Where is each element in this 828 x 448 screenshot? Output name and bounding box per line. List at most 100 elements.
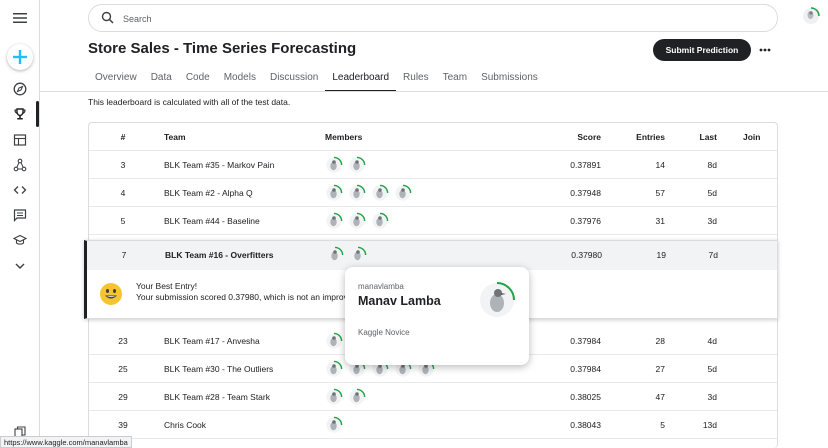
tab-team[interactable]: Team [436, 64, 474, 92]
member-avatar-icon[interactable] [348, 184, 366, 202]
last-cell: 7d [708, 250, 718, 260]
hovercard-display-name[interactable]: Manav Lamba [358, 294, 441, 308]
team-name[interactable]: BLK Team #30 - The Outliers [164, 364, 273, 374]
members-cell [326, 246, 372, 264]
table-row[interactable]: 39 Chris Cook 0.38043 5 13d [89, 411, 777, 439]
entries-cell: 28 [655, 336, 665, 346]
team-name[interactable]: BLK Team #16 - Overfitters [165, 250, 274, 260]
tab-data[interactable]: Data [144, 64, 179, 92]
chevron-down-icon[interactable] [8, 254, 32, 278]
team-name[interactable]: BLK Team #17 - Anvesha [164, 336, 260, 346]
page-title: Store Sales - Time Series Forecasting [88, 40, 357, 57]
team-name[interactable]: BLK Team #28 - Team Stark [164, 392, 270, 402]
hovercard-avatar[interactable] [478, 281, 516, 319]
member-avatar-icon[interactable] [348, 212, 366, 230]
rank-cell: 23 [118, 336, 128, 346]
entries-cell: 31 [655, 216, 665, 226]
rank-cell: 29 [118, 392, 128, 402]
member-avatar-icon[interactable] [325, 156, 343, 174]
more-options-icon[interactable] [756, 40, 774, 60]
score-cell: 0.37891 [570, 160, 601, 170]
hovercard-tier: Kaggle Novice [358, 328, 410, 337]
learn-icon[interactable] [8, 228, 32, 252]
last-cell: 8d [707, 160, 717, 170]
tab-overview[interactable]: Overview [88, 64, 144, 92]
user-avatar[interactable] [802, 7, 820, 25]
member-avatar-icon[interactable] [371, 184, 389, 202]
members-cell [325, 388, 371, 406]
rank-cell: 25 [118, 364, 128, 374]
team-name[interactable]: Chris Cook [164, 420, 206, 430]
score-cell: 0.37976 [570, 216, 601, 226]
header-entries[interactable]: Entries [619, 132, 665, 142]
hovercard-username[interactable]: manavlamba [358, 282, 404, 291]
rank-cell: 5 [120, 216, 126, 226]
table-row[interactable]: 29 BLK Team #28 - Team Stark 0.38025 47 3d [89, 383, 777, 411]
member-avatar-icon[interactable] [325, 184, 343, 202]
last-cell: 5d [707, 188, 717, 198]
member-avatar-icon[interactable] [325, 212, 343, 230]
user-hovercard: manavlamba Manav Lamba Kaggle Novice [345, 267, 529, 365]
submit-prediction-button[interactable]: Submit Prediction [653, 39, 751, 61]
create-icon[interactable] [7, 44, 33, 70]
rank-cell: 7 [121, 250, 127, 260]
menu-icon[interactable] [8, 6, 32, 30]
table-header: # Team Members Score Entries Last Join [89, 123, 777, 151]
last-cell: 4d [707, 336, 717, 346]
team-name[interactable]: BLK Team #35 - Markov Pain [164, 160, 274, 170]
search-input[interactable] [123, 10, 723, 27]
header-team: Team [164, 132, 186, 142]
tab-bar: Overview Data Code Models Discussion Lea… [88, 64, 545, 92]
member-avatar-icon[interactable] [348, 388, 366, 406]
best-entry-title: Your Best Entry! [136, 281, 198, 291]
trophy-icon[interactable] [8, 102, 32, 126]
team-name[interactable]: BLK Team #44 - Baseline [164, 216, 260, 226]
tab-discussion[interactable]: Discussion [263, 64, 325, 92]
entries-cell: 57 [655, 188, 665, 198]
tab-submissions[interactable]: Submissions [474, 64, 545, 92]
member-avatar-icon[interactable] [371, 212, 389, 230]
table-row-my-team[interactable]: 7 BLK Team #16 - Overfitters 0.37980 19 … [87, 241, 777, 270]
tab-models[interactable]: Models [217, 64, 263, 92]
member-avatar-icon[interactable] [325, 332, 343, 350]
header-score[interactable]: Score [529, 132, 601, 142]
tab-code[interactable]: Code [179, 64, 217, 92]
tab-rules[interactable]: Rules [396, 64, 436, 92]
table-row[interactable]: 4 BLK Team #2 - Alpha Q 0.37948 57 5d [89, 179, 777, 207]
member-avatar-icon[interactable] [325, 388, 343, 406]
score-cell: 0.37984 [570, 364, 601, 374]
entries-cell: 5 [660, 420, 665, 430]
table-row[interactable]: 3 BLK Team #35 - Markov Pain 0.37891 14 8d [89, 151, 777, 179]
compass-icon[interactable] [8, 77, 32, 101]
header-members: Members [325, 132, 363, 142]
header-rank: # [120, 132, 126, 142]
member-avatar-icon[interactable] [348, 156, 366, 174]
entries-cell: 47 [655, 392, 665, 402]
member-avatar-icon[interactable] [394, 184, 412, 202]
header-last[interactable]: Last [679, 132, 717, 142]
last-cell: 3d [707, 216, 717, 226]
score-cell: 0.37948 [570, 188, 601, 198]
code-icon[interactable] [8, 178, 32, 202]
tab-leaderboard[interactable]: Leaderboard [325, 64, 396, 92]
member-avatar-icon[interactable] [325, 416, 343, 434]
score-cell: 0.38025 [570, 392, 601, 402]
member-avatar-icon[interactable] [325, 360, 343, 378]
discussion-icon[interactable] [8, 203, 32, 227]
member-avatar-icon[interactable] [349, 246, 367, 264]
members-cell [325, 156, 371, 174]
status-bar-url: https://www.kaggle.com/manavlamba [0, 436, 132, 448]
table-icon[interactable] [8, 128, 32, 152]
score-cell: 0.37984 [570, 336, 601, 346]
team-name[interactable]: BLK Team #2 - Alpha Q [164, 188, 253, 198]
member-avatar-icon[interactable] [326, 246, 344, 264]
rank-cell: 3 [120, 160, 126, 170]
table-row[interactable]: 5 BLK Team #44 - Baseline 0.37976 31 3d [89, 207, 777, 235]
members-cell [325, 184, 417, 202]
search-bar[interactable] [88, 4, 778, 32]
score-cell: 0.37980 [571, 250, 602, 260]
last-cell: 13d [702, 420, 717, 430]
models-icon[interactable] [8, 153, 32, 177]
leaderboard-note: This leaderboard is calculated with all … [88, 97, 291, 107]
members-cell [325, 212, 394, 230]
